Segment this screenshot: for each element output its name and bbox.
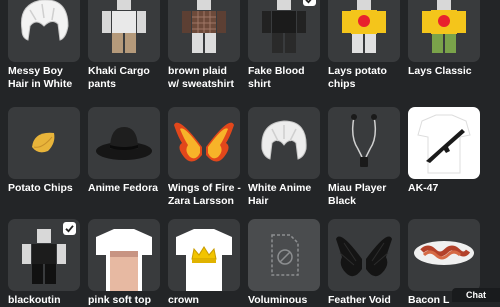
item-tile[interactable]: blackoutin <box>8 219 80 307</box>
item-name: Feather Void <box>328 294 391 306</box>
unavailable-file-icon <box>271 234 299 276</box>
white-hair-icon <box>261 120 307 160</box>
item-name: Messy Boy Hair in White <box>8 65 73 90</box>
equipped-checkmark-icon <box>303 0 316 6</box>
item-tile[interactable]: crown <box>168 219 240 307</box>
item-thumbnail[interactable] <box>328 219 400 291</box>
item-name: Anime Fedora <box>88 182 159 194</box>
item-tile[interactable]: AK-47 <box>408 107 480 195</box>
item-tile[interactable]: White Anime Hair <box>248 107 320 208</box>
item-thumbnail[interactable] <box>8 0 80 62</box>
item-tile[interactable]: Anime Fedora <box>88 107 160 195</box>
item-name: Voluminous <box>248 294 308 306</box>
item-name: White Anime Hair <box>248 182 312 207</box>
chips-bag-avatar-icon <box>342 0 386 53</box>
item-tile[interactable]: Fake Blood shirt <box>248 0 320 91</box>
item-name: crown <box>168 294 199 306</box>
white-hair-icon <box>20 0 69 41</box>
item-thumbnail[interactable] <box>248 219 320 291</box>
item-name: pink soft top <box>88 294 151 306</box>
item-tile[interactable]: Lays potato chips <box>328 0 400 91</box>
item-thumbnail[interactable] <box>8 219 80 291</box>
item-thumbnail[interactable] <box>408 107 480 179</box>
item-thumbnail[interactable] <box>88 219 160 291</box>
item-name: Khaki Cargo pants <box>88 65 150 90</box>
item-tile[interactable]: Feather Void <box>328 219 400 307</box>
item-thumbnail[interactable] <box>88 0 160 62</box>
chat-button[interactable]: Chat <box>452 288 500 302</box>
khaki-pants-avatar-icon <box>102 0 146 53</box>
earphones-icon <box>351 114 377 167</box>
item-thumbnail[interactable] <box>168 0 240 62</box>
item-thumbnail[interactable] <box>88 107 160 179</box>
chips-bag-avatar-icon <box>422 0 466 53</box>
item-tile[interactable]: Miau Player Black <box>328 107 400 208</box>
item-tile[interactable]: Messy Boy Hair in White <box>8 0 80 91</box>
black-wings-icon <box>336 236 392 277</box>
item-name: Lays Classic <box>408 65 472 77</box>
potato-chip-icon <box>32 132 55 153</box>
item-tile[interactable]: Khaki Cargo pants <box>88 0 160 91</box>
fedora-hat-icon <box>96 127 152 160</box>
item-thumbnail[interactable] <box>328 0 400 62</box>
item-name: blackoutin <box>8 294 61 306</box>
item-tile[interactable]: Wings of Fire - Zara Larsson <box>168 107 241 208</box>
item-thumbnail[interactable] <box>408 0 480 62</box>
item-thumbnail[interactable] <box>248 107 320 179</box>
item-name: Wings of Fire - Zara Larsson <box>168 182 241 207</box>
item-name: AK-47 <box>408 182 439 194</box>
item-tile[interactable]: Potato Chips <box>8 107 80 195</box>
item-name: Fake Blood shirt <box>248 65 305 90</box>
rifle-shirt-icon <box>417 114 471 174</box>
inventory-grid: Messy Boy Hair in White Khaki Cargo pants <box>0 0 500 306</box>
equipped-checkmark-icon <box>63 222 76 235</box>
pink-shirt-icon <box>96 229 152 291</box>
crown-shirt-icon <box>176 229 232 291</box>
bacon-plate-icon <box>414 241 474 265</box>
item-tile[interactable]: pink soft top <box>88 219 160 307</box>
item-thumbnail[interactable] <box>408 219 480 291</box>
item-thumbnail[interactable] <box>8 107 80 179</box>
item-name: Lays potato chips <box>328 65 387 90</box>
item-tile[interactable]: Voluminous <box>248 219 320 307</box>
item-tile[interactable]: Lays Classic <box>408 0 480 78</box>
item-thumbnail[interactable] <box>168 107 240 179</box>
black-shirt-avatar-icon <box>262 0 306 53</box>
item-thumbnail[interactable] <box>328 107 400 179</box>
fire-wings-icon <box>174 122 234 162</box>
item-thumbnail[interactable] <box>248 0 320 62</box>
plaid-shirt-avatar-icon <box>182 0 226 53</box>
item-name: Miau Player Black <box>328 182 387 207</box>
item-name: Potato Chips <box>8 182 73 194</box>
item-name: brown plaid w/ sweatshirt <box>168 65 234 90</box>
item-tile[interactable]: brown plaid w/ sweatshirt <box>168 0 240 91</box>
item-thumbnail[interactable] <box>168 219 240 291</box>
